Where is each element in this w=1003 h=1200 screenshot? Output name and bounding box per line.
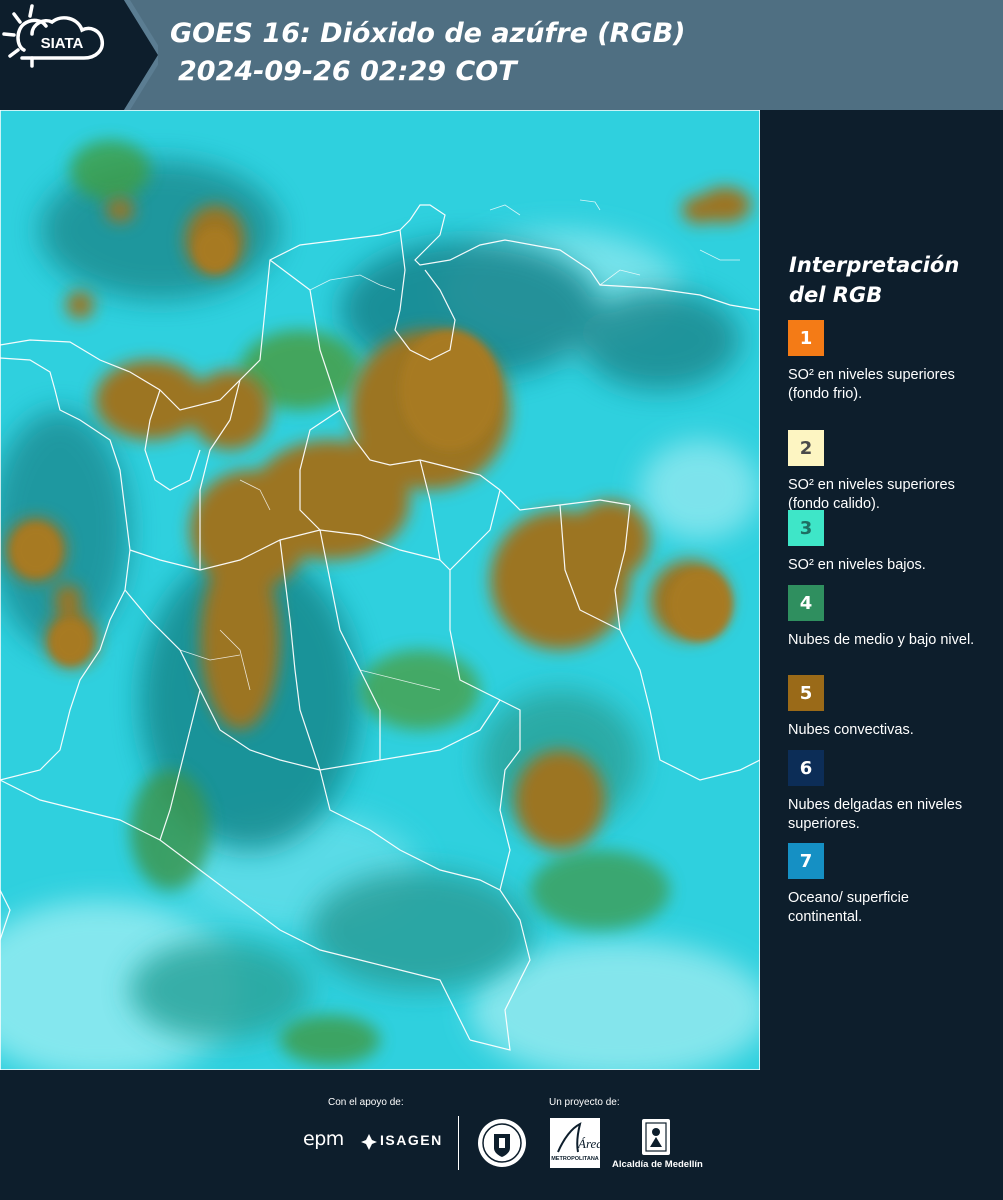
- legend-text-6: Nubes delgadas en niveles superiores.: [788, 797, 963, 832]
- area-metropolitana-logo: Área METROPOLITANA: [550, 1118, 600, 1168]
- legend-text-4: Nubes de medio y bajo nivel.: [788, 632, 975, 648]
- legend-item-2: 2 SO² en niveles superiores (fondo calido…: [788, 430, 988, 514]
- footer: Con el apoyo de: Un proyecto de: epm ISA…: [0, 1070, 1003, 1200]
- legend-text-5: Nubes convectivas.: [788, 722, 914, 738]
- legend-item-4: 4 Nubes de medio y bajo nivel.: [788, 585, 988, 650]
- header: SIATA GOES 16: Dióxido de azúfre (RGB) 2…: [0, 0, 1003, 110]
- legend-swatch-4: 4: [788, 585, 824, 621]
- isagen-icon: [361, 1134, 377, 1150]
- legend-text-7: Oceano/ superficie continental.: [788, 890, 909, 925]
- legend-panel: Interpretación del RGB 1 SO² en niveles s…: [760, 110, 1003, 1070]
- legend-title: Interpretación del RGB: [789, 250, 989, 310]
- legend-text-1: SO² en niveles superiores (fondo frio).: [788, 367, 955, 402]
- support-label: Con el apoyo de:: [328, 1097, 404, 1108]
- epm-logo: epm: [303, 1128, 344, 1150]
- medellin-label: Alcaldía de Medellín: [612, 1159, 703, 1170]
- area-logo-subtext: METROPOLITANA: [551, 1156, 599, 1162]
- legend-item-7: 7 Oceano/ superficie continental.: [788, 843, 988, 927]
- project-label: Un proyecto de:: [549, 1097, 620, 1108]
- area-logo-text: Área: [577, 1136, 600, 1151]
- legend-swatch-2: 2: [788, 430, 824, 466]
- medellin-shield-icon: [642, 1119, 670, 1155]
- satellite-map: [0, 110, 760, 1070]
- legend-swatch-7: 7: [788, 843, 824, 879]
- legend-item-5: 5 Nubes convectivas.: [788, 675, 988, 740]
- legend-item-3: 3 SO² en niveles bajos.: [788, 510, 988, 575]
- page-title: GOES 16: Dióxido de azúfre (RGB): [170, 18, 686, 49]
- legend-item-6: 6 Nubes delgadas en niveles superiores.: [788, 750, 988, 834]
- legend-swatch-1: 1: [788, 320, 824, 356]
- legend-swatch-3: 3: [788, 510, 824, 546]
- legend-swatch-6: 6: [788, 750, 824, 786]
- siata-logo-text: SIATA: [41, 35, 84, 52]
- page-timestamp: 2024-09-26 02:29 COT: [178, 56, 517, 87]
- logo-block: SIATA: [0, 0, 158, 110]
- isagen-logo: ISAGEN: [380, 1132, 443, 1148]
- footer-divider: [458, 1116, 459, 1170]
- siata-logo: SIATA: [2, 4, 105, 68]
- medellin-seal-icon: [478, 1119, 526, 1167]
- legend-text-3: SO² en niveles bajos.: [788, 557, 926, 573]
- legend-item-1: 1 SO² en niveles superiores (fondo frio).: [788, 320, 988, 404]
- legend-title-line1: Interpretación: [789, 253, 960, 277]
- legend-swatch-5: 5: [788, 675, 824, 711]
- legend-title-line2: del RGB: [789, 283, 883, 307]
- legend-text-2: SO² en niveles superiores (fondo calido)…: [788, 477, 955, 512]
